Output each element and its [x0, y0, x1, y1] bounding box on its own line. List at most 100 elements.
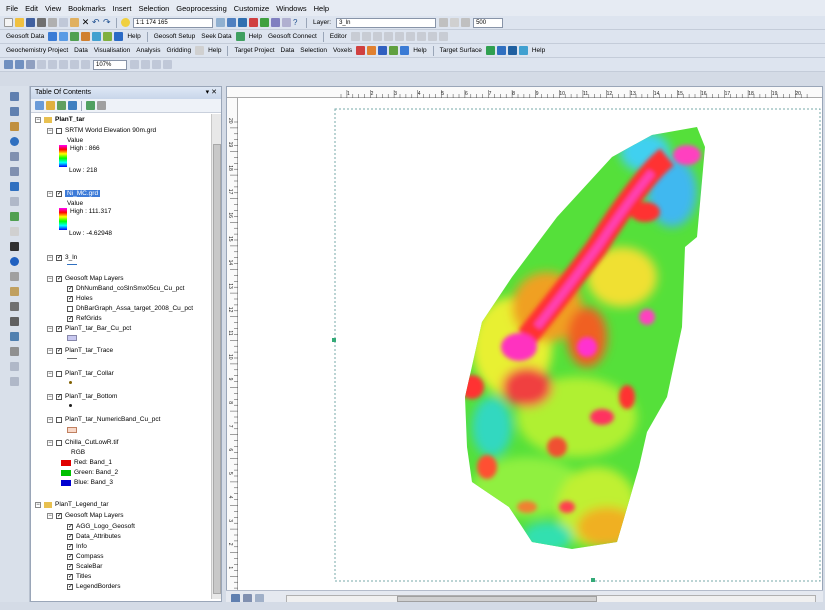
layer-numericband[interactable]: − PlanT_tar_NumericBand_Cu_pct: [47, 416, 160, 423]
list-by-source-icon[interactable]: [46, 101, 55, 110]
toggle-draft-icon[interactable]: [130, 60, 139, 69]
data-menu-2[interactable]: Data: [281, 47, 295, 54]
surface-icon-3[interactable]: [507, 46, 517, 55]
geochem-project-menu[interactable]: Geochemistry Project: [6, 47, 68, 54]
geosoft-view-icon[interactable]: [114, 32, 124, 41]
plan-icon[interactable]: [356, 46, 366, 55]
data-menu-1[interactable]: Data: [74, 47, 88, 54]
geosoft-connect-menu[interactable]: Geosoft Connect: [268, 33, 317, 40]
redo-icon[interactable]: ↷: [103, 18, 112, 27]
map-canvas[interactable]: [227, 87, 823, 596]
geosoft-layer-icon[interactable]: [103, 32, 113, 41]
whats-this-icon[interactable]: ?: [293, 18, 302, 27]
layer-visibility-checkbox[interactable]: ✓: [67, 543, 73, 550]
fixed-zoom-in-icon[interactable]: [59, 60, 68, 69]
change-layout-icon[interactable]: [152, 60, 161, 69]
menu-item-selection[interactable]: Selection: [138, 4, 169, 13]
collapse-icon[interactable]: −: [47, 370, 53, 377]
sublayer[interactable]: ✓ Holes: [67, 295, 93, 302]
geosoft-voxel-icon[interactable]: [81, 32, 91, 41]
time-slider-icon[interactable]: [10, 362, 19, 371]
modelbuilder-icon[interactable]: [282, 18, 291, 27]
collapse-icon[interactable]: −: [47, 347, 53, 354]
editor-toolbar-icon[interactable]: [216, 18, 225, 27]
toc-scrollbar[interactable]: [211, 114, 221, 599]
layer-geosoft-map-layers[interactable]: − ✓ Geosoft Map Layers: [47, 275, 124, 282]
menu-item-file[interactable]: File: [6, 4, 18, 13]
layer-visibility-checkbox[interactable]: ✓: [67, 285, 73, 292]
collapse-icon[interactable]: −: [35, 116, 41, 123]
sublayer[interactable]: ✓ Compass: [67, 553, 103, 560]
layer-visibility-checkbox[interactable]: ✓: [67, 553, 73, 560]
clear-selection-icon[interactable]: [10, 227, 19, 236]
go-back-icon[interactable]: [10, 182, 19, 191]
layout-view[interactable]: 1 2 3 4 5 6 7 8 9 10 11 12 13 14 15 16 17 18 19 20 20 19 18 17…: [226, 86, 823, 596]
3d-view-icon[interactable]: [389, 46, 399, 55]
arctoolbox-icon[interactable]: [260, 18, 269, 27]
geosoft-map-icon[interactable]: [70, 32, 80, 41]
toc-icon[interactable]: [227, 18, 236, 27]
layer-visibility-checkbox[interactable]: [56, 439, 62, 446]
target-project-menu[interactable]: Target Project: [234, 47, 274, 54]
layer-visibility-checkbox[interactable]: [67, 305, 73, 312]
toc-extra-icon[interactable]: [97, 101, 106, 110]
sublayer[interactable]: ✓ AGG_Logo_Geosoft: [67, 523, 135, 530]
straight-segment-icon[interactable]: [372, 32, 382, 41]
split-icon[interactable]: [405, 32, 415, 41]
sublayer[interactable]: ✓ ScaleBar: [67, 563, 102, 570]
surface-icon-1[interactable]: [485, 46, 495, 55]
menu-item-edit[interactable]: Edit: [25, 4, 38, 13]
identify-icon[interactable]: [10, 257, 19, 266]
cut-icon[interactable]: [48, 18, 57, 27]
layer-visibility-checkbox[interactable]: ✓: [67, 573, 73, 580]
delete-icon[interactable]: ✕: [81, 18, 90, 27]
target-tool-icon[interactable]: [400, 46, 410, 55]
python-icon[interactable]: [271, 18, 280, 27]
catalog-icon[interactable]: [238, 18, 247, 27]
sublayer[interactable]: ✓ Data_Attributes: [67, 533, 121, 540]
layer-visibility-checkbox[interactable]: ✓: [67, 533, 73, 540]
undo-icon[interactable]: ↶: [92, 18, 101, 27]
seek-data-menu[interactable]: Seek Data: [201, 33, 231, 40]
menu-item-geoprocessing[interactable]: Geoprocessing: [176, 4, 226, 13]
fixed-zoom-in-map-icon[interactable]: [10, 152, 19, 161]
menu-item-help[interactable]: Help: [314, 4, 329, 13]
visualisation-menu[interactable]: Visualisation: [94, 47, 130, 54]
go-forward-icon[interactable]: [10, 197, 19, 206]
section-icon[interactable]: [367, 46, 377, 55]
gridding-icon[interactable]: [195, 46, 205, 55]
collapse-icon[interactable]: −: [35, 501, 41, 508]
previous-extent-icon[interactable]: [81, 60, 90, 69]
selection-menu[interactable]: Selection: [300, 47, 327, 54]
layer-visibility-checkbox[interactable]: ✓: [56, 254, 62, 261]
sublayer[interactable]: ✓ Titles: [67, 573, 91, 580]
list-by-selection-icon[interactable]: [68, 101, 77, 110]
layer-collar[interactable]: − PlanT_tar_Collar: [47, 370, 114, 377]
collapse-icon[interactable]: −: [47, 190, 53, 197]
layer-visibility-checkbox[interactable]: ✓: [56, 190, 62, 197]
frame-handle-left[interactable]: [332, 338, 336, 342]
layer-visibility-checkbox[interactable]: ✓: [56, 325, 62, 332]
geosoft-setup-menu[interactable]: Geosoft Setup: [154, 33, 196, 40]
geosoft-data-menu[interactable]: Geosoft Data: [6, 33, 44, 40]
save-icon[interactable]: [26, 18, 35, 27]
editor-menu[interactable]: Editor: [330, 33, 347, 40]
collapse-icon[interactable]: −: [47, 127, 53, 134]
sublayer[interactable]: ✓ RefGrids: [67, 315, 102, 322]
menu-item-insert[interactable]: Insert: [113, 4, 132, 13]
layer-bottom[interactable]: − ✓ PlanT_tar_Bottom: [47, 393, 117, 400]
trace-icon[interactable]: [394, 32, 404, 41]
analysis-menu[interactable]: Analysis: [136, 47, 160, 54]
target-icon[interactable]: [439, 18, 449, 27]
tree-node-plant-legend-tar[interactable]: − PlanT_Legend_tar: [35, 501, 109, 508]
select-elements-icon[interactable]: [10, 242, 19, 251]
measure-icon[interactable]: [10, 302, 19, 311]
sublayer[interactable]: ✓ Info: [67, 543, 87, 550]
layer-visibility-checkbox[interactable]: ✓: [67, 523, 73, 530]
focus-frame-icon[interactable]: [141, 60, 150, 69]
geosoft-db-icon[interactable]: [59, 32, 69, 41]
add-data-icon[interactable]: [121, 18, 130, 27]
layer-visibility-checkbox[interactable]: ✓: [67, 315, 73, 322]
sublayer[interactable]: DhBarGraph_Assa_target_2008_Cu_pct: [67, 305, 193, 312]
layer-visibility-checkbox[interactable]: ✓: [56, 275, 62, 282]
